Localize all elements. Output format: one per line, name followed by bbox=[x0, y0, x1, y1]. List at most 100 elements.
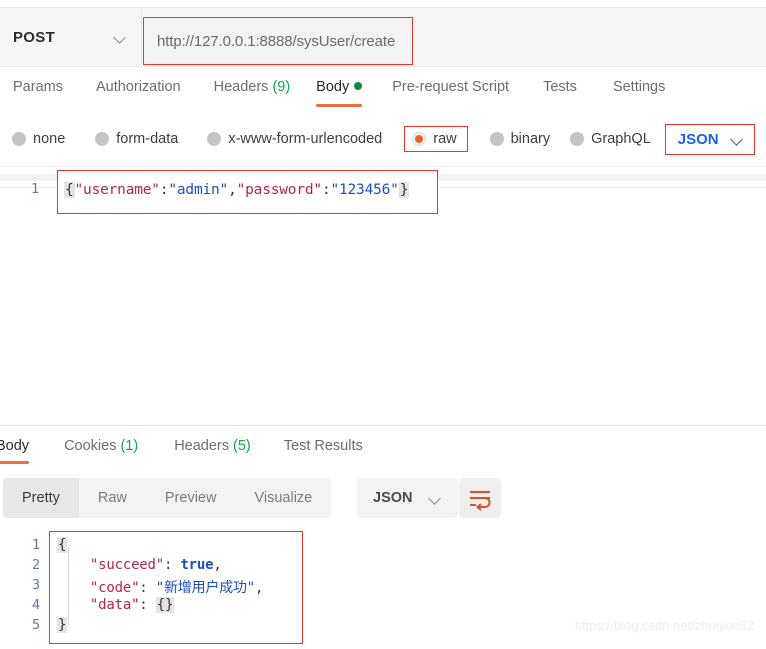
request-url-input[interactable]: http://127.0.0.1:8888/sysUser/create bbox=[143, 17, 413, 65]
request-tab-headers[interactable]: Headers (9) bbox=[214, 79, 291, 107]
code-token-key: "username" bbox=[74, 182, 161, 198]
response-line-number: 4 bbox=[32, 597, 41, 613]
response-view-visualize[interactable]: Visualize bbox=[235, 478, 331, 518]
response-tab-label: Test Results bbox=[283, 438, 363, 454]
body-type-row: none form-data x-www-form-urlencoded raw bin… bbox=[0, 118, 766, 160]
body-type-graphql[interactable]: GraphQL bbox=[570, 131, 651, 147]
radio-icon bbox=[489, 132, 504, 146]
request-tab-badge: (9) bbox=[268, 79, 291, 95]
response-view-mode-group: Pretty Raw Preview Visualize bbox=[3, 478, 332, 518]
response-format-label: JSON bbox=[373, 490, 413, 506]
response-view-preview[interactable]: Preview bbox=[146, 478, 236, 518]
body-type-label: binary bbox=[510, 131, 551, 147]
code-token-brace: { bbox=[64, 182, 75, 198]
request-tab-settings[interactable]: Settings bbox=[613, 79, 665, 107]
response-view-pretty[interactable]: Pretty bbox=[3, 478, 79, 518]
request-tab-label: Headers bbox=[213, 79, 269, 95]
request-tab-label: Params bbox=[13, 79, 63, 95]
request-tab-label: Pre-request Script bbox=[392, 79, 510, 95]
request-body-code-line: {"username":"admin","password":"123456"} bbox=[64, 182, 410, 198]
chevron-down-icon bbox=[429, 492, 442, 505]
code-token-key: "data" bbox=[89, 597, 140, 613]
body-type-form-data[interactable]: form-data bbox=[95, 131, 178, 147]
response-tab-cookies[interactable]: Cookies (1) bbox=[64, 438, 138, 466]
body-type-label: none bbox=[33, 131, 66, 147]
radio-icon bbox=[570, 132, 585, 146]
request-url-bar: POST http://127.0.0.1:8888/sysUser/creat… bbox=[0, 8, 766, 67]
response-format-select[interactable]: JSON bbox=[357, 478, 458, 518]
code-token-punc: : bbox=[139, 580, 156, 596]
response-tab-bar: Body Cookies (1) Headers (5) Test Results bbox=[0, 434, 766, 470]
response-tab-label: Body bbox=[0, 438, 30, 454]
body-type-label: x-www-form-urlencoded bbox=[228, 131, 383, 147]
response-tab-headers[interactable]: Headers (5) bbox=[174, 438, 251, 466]
code-indent-guide bbox=[68, 548, 69, 626]
green-dot-icon bbox=[354, 82, 363, 90]
request-tab-label: Body bbox=[316, 79, 350, 95]
chevron-down-icon bbox=[114, 31, 127, 44]
code-token-brace: } bbox=[398, 182, 410, 198]
http-method-label: POST bbox=[13, 28, 56, 46]
watermark: https://blog.csdn.net/zhuiyue82 bbox=[574, 618, 754, 633]
request-tab-tests[interactable]: Tests bbox=[543, 79, 577, 107]
response-tab-label: Cookies bbox=[64, 438, 117, 454]
response-line-number: 3 bbox=[32, 577, 41, 593]
radio-icon bbox=[207, 132, 222, 146]
active-tab-underline bbox=[0, 461, 30, 464]
code-token-punc bbox=[57, 597, 90, 613]
request-body-code-box[interactable]: {"username":"admin","password":"123456"} bbox=[57, 170, 438, 214]
response-line-number: 1 bbox=[32, 537, 41, 553]
code-token-key: "succeed" bbox=[89, 557, 164, 573]
response-code-line: } bbox=[57, 617, 68, 633]
radio-icon bbox=[12, 132, 26, 146]
response-view-label: Preview bbox=[164, 490, 217, 506]
body-type-none[interactable]: none bbox=[12, 131, 65, 147]
response-tab-badge: (5) bbox=[229, 438, 251, 454]
request-tab-body[interactable]: Body bbox=[316, 79, 363, 107]
request-tab-authorization[interactable]: Authorization bbox=[96, 79, 181, 107]
response-code-line: "succeed": true, bbox=[57, 557, 222, 573]
body-type-raw[interactable]: raw bbox=[404, 126, 468, 152]
chevron-down-icon bbox=[731, 133, 744, 146]
response-code-line: "code": "新增用户成功", bbox=[57, 577, 264, 597]
response-tab-test-results[interactable]: Test Results bbox=[284, 438, 363, 466]
http-method-select[interactable]: POST bbox=[0, 8, 142, 66]
body-type-label: form-data bbox=[116, 131, 179, 147]
response-view-raw[interactable]: Raw bbox=[79, 478, 146, 518]
request-tab-label: Authorization bbox=[95, 79, 181, 95]
response-tab-label: Headers bbox=[174, 438, 230, 454]
response-code-line: "data": {} bbox=[57, 597, 175, 613]
request-body-editor[interactable]: 1 {"username":"admin","password":"123456… bbox=[0, 166, 766, 216]
editor-rule-top bbox=[0, 166, 766, 167]
editor-line-number: 1 bbox=[31, 181, 40, 197]
word-wrap-button[interactable] bbox=[459, 478, 501, 518]
code-token-str: "123456" bbox=[330, 182, 399, 198]
code-token-punc: , bbox=[213, 557, 222, 573]
body-format-label: JSON bbox=[677, 130, 719, 148]
response-line-number: 5 bbox=[32, 617, 41, 633]
code-token-punc: , bbox=[255, 580, 264, 596]
response-toolbar: Pretty Raw Preview Visualize JSON bbox=[0, 478, 766, 520]
radio-icon bbox=[95, 132, 110, 146]
body-type-x-www-form-urlencoded[interactable]: x-www-form-urlencoded bbox=[207, 131, 382, 147]
response-tab-body[interactable]: Body bbox=[0, 438, 30, 466]
response-view-label: Raw bbox=[97, 490, 127, 506]
request-tab-label: Tests bbox=[543, 79, 577, 95]
active-tab-underline bbox=[316, 104, 363, 107]
code-token-brace: } bbox=[57, 617, 68, 633]
response-line-number: 2 bbox=[32, 557, 41, 573]
request-url-value: http://127.0.0.1:8888/sysUser/create bbox=[157, 32, 396, 50]
code-token-punc bbox=[57, 580, 90, 596]
code-token-bool: true bbox=[180, 557, 214, 573]
code-token-punc: : bbox=[163, 557, 181, 573]
request-tab-params[interactable]: Params bbox=[13, 79, 63, 107]
code-token-punc: , bbox=[228, 182, 237, 198]
code-token-brace: {} bbox=[155, 597, 175, 613]
body-format-select[interactable]: JSON bbox=[664, 123, 755, 155]
body-type-binary[interactable]: binary bbox=[489, 131, 551, 147]
pane-divider[interactable] bbox=[0, 425, 766, 426]
body-type-label: GraphQL bbox=[591, 131, 651, 147]
request-tab-pre-request-script[interactable]: Pre-request Script bbox=[392, 79, 509, 107]
request-tab-bar: Params Authorization Headers (9) Body Pre-re… bbox=[0, 66, 766, 108]
code-token-str: "admin" bbox=[168, 182, 229, 198]
